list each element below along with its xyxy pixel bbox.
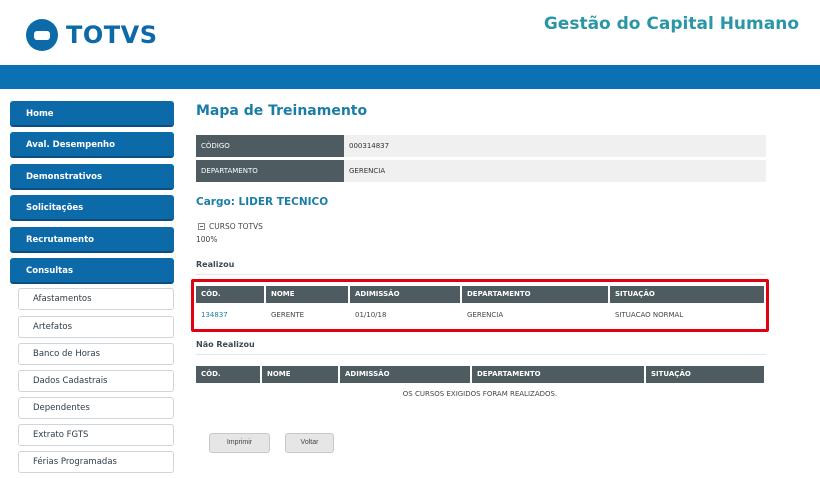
sidebar: Home Aval. Desempenho Demonstrativos Sol…: [10, 101, 174, 479]
empty-message: OS CURSOS EXIGIDOS FORAM REALIZADOS.: [402, 390, 558, 398]
totvs-logo[interactable]: TOTVS: [26, 18, 158, 52]
sidebar-item-consultas[interactable]: Consultas: [10, 257, 174, 284]
totvs-logo-icon: [26, 19, 58, 51]
col-header-admissao[interactable]: ADIMISSÃO: [340, 366, 472, 383]
app-title: Gestão do Capital Humano: [543, 14, 799, 34]
sidebar-item-solicitacoes[interactable]: Solicitações: [10, 195, 174, 222]
divider: [196, 354, 766, 355]
info-row-codigo: CÓDIGO 000314837: [196, 135, 766, 157]
table-header: CÓD. NOME ADIMISSÃO DEPARTAMENTO SITUAÇÃ…: [196, 366, 764, 383]
divider: [196, 274, 766, 275]
submenu-item-extrato-fgts[interactable]: Extrato FGTS: [18, 424, 174, 447]
nao-realizou-title: Não Realizou: [196, 340, 255, 349]
info-row-departamento: DEPARTAMENTO GERENCIA: [196, 160, 766, 182]
info-value-departamento: GERENCIA: [349, 167, 386, 175]
col-header-nome[interactable]: NOME: [262, 366, 340, 383]
col-header-departamento[interactable]: DEPARTAMENTO: [472, 366, 646, 383]
realizou-title: Realizou: [196, 260, 235, 269]
back-button[interactable]: Voltar: [285, 433, 334, 453]
info-label-departamento: DEPARTAMENTO: [196, 160, 344, 182]
consultas-submenu: Afastamentos Artefatos Banco de Horas Da…: [18, 288, 174, 474]
page-title: Mapa de Treinamento: [196, 103, 368, 119]
collapse-icon[interactable]: [198, 223, 205, 230]
nao-realizou-table: CÓD. NOME ADIMISSÃO DEPARTAMENTO SITUAÇÃ…: [196, 366, 764, 383]
course-tree-item[interactable]: CURSO TOTVS: [198, 222, 263, 231]
col-header-situacao[interactable]: SITUAÇÃO: [646, 366, 764, 383]
sidebar-item-recrutamento[interactable]: Recrutamento: [10, 226, 174, 253]
cargo-heading: Cargo: LIDER TECNICO: [196, 196, 329, 208]
print-button[interactable]: Imprimir: [209, 433, 270, 453]
submenu-item-dependentes[interactable]: Dependentes: [18, 397, 174, 420]
submenu-item-artefatos[interactable]: Artefatos: [18, 315, 174, 338]
submenu-item-afastamentos[interactable]: Afastamentos: [18, 288, 174, 311]
info-value-codigo: 000314837: [349, 142, 390, 150]
top-bar: [0, 65, 820, 89]
sidebar-item-aval-desempenho[interactable]: Aval. Desempenho: [10, 132, 174, 159]
page-header: TOTVS Gestão do Capital Humano: [0, 0, 820, 65]
highlight-box: [191, 279, 769, 332]
submenu-item-banco-de-horas[interactable]: Banco de Horas: [18, 342, 174, 365]
sidebar-item-home[interactable]: Home: [10, 101, 174, 127]
info-label-codigo: CÓDIGO: [196, 135, 344, 157]
course-name: CURSO TOTVS: [209, 222, 263, 231]
submenu-item-dados-cadastrais[interactable]: Dados Cadastrais: [18, 369, 174, 392]
course-percent: 100%: [196, 235, 218, 244]
logo-text: TOTVS: [66, 21, 158, 49]
submenu-item-ferias-programadas[interactable]: Férias Programadas: [18, 451, 174, 474]
col-header-cod[interactable]: CÓD.: [196, 366, 262, 383]
sidebar-item-demonstrativos[interactable]: Demonstrativos: [10, 163, 174, 190]
